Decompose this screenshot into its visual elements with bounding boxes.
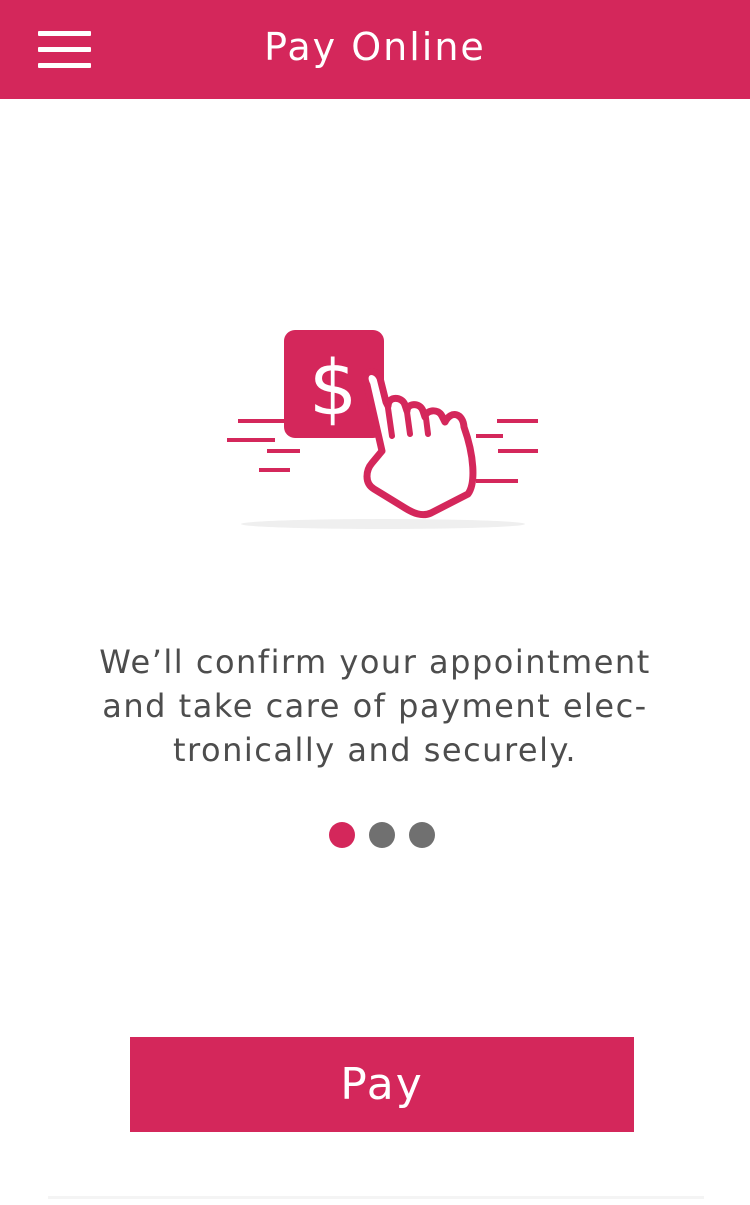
bottom-divider bbox=[48, 1196, 704, 1199]
shadow-ellipse bbox=[241, 519, 525, 529]
dollar-symbol: $ bbox=[309, 343, 357, 432]
page-dot-1[interactable] bbox=[329, 822, 355, 848]
pay-tap-icon: $ bbox=[227, 330, 538, 529]
app-header: Pay Online bbox=[0, 0, 750, 99]
page-title: Pay Online bbox=[264, 25, 486, 69]
page-dot-2[interactable] bbox=[369, 822, 395, 848]
pay-button[interactable]: Pay bbox=[130, 1037, 634, 1132]
page-dot-3[interactable] bbox=[409, 822, 435, 848]
speed-lines-right-icon bbox=[476, 419, 538, 483]
hand-icon bbox=[361, 368, 477, 519]
onboarding-message: We’ll confirm your appointment and take … bbox=[99, 643, 651, 769]
